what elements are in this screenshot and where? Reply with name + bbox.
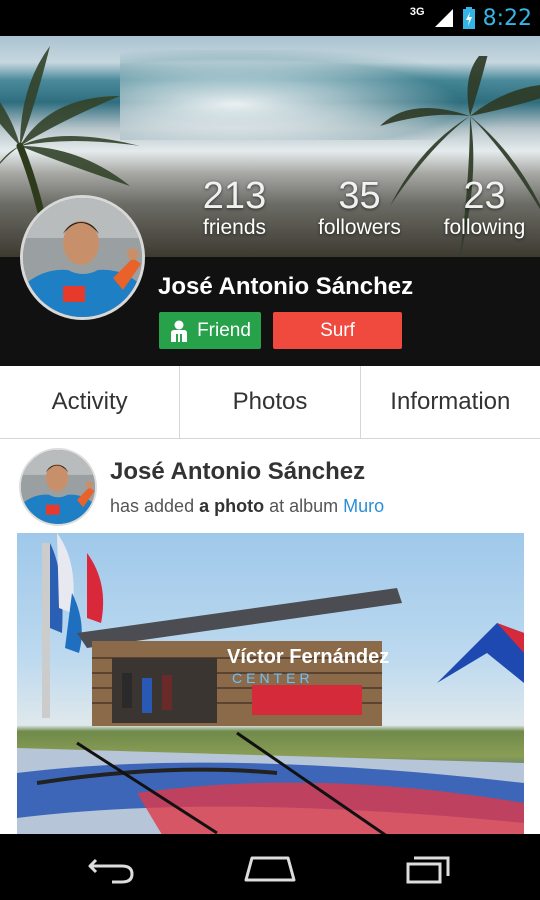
stat-label: followers (318, 216, 401, 239)
profile-stats: 213 friends 35 followers 23 following (172, 176, 540, 241)
home-icon[interactable] (240, 848, 300, 888)
stat-friends[interactable]: 213 friends (172, 176, 297, 241)
stat-label: friends (202, 216, 267, 239)
battery-icon (462, 7, 475, 29)
stat-following[interactable]: 23 following (422, 176, 540, 241)
photo-scene: Víctor Fernández CENTER (17, 533, 524, 834)
profile-tabs: Activity Photos Information (0, 366, 540, 439)
stat-label: following (443, 216, 526, 239)
person-icon (171, 320, 188, 342)
album-link[interactable]: Muro (343, 496, 384, 516)
tab-activity[interactable]: Activity (0, 366, 181, 438)
stat-count: 213 (202, 175, 267, 217)
recent-apps-icon[interactable] (398, 848, 458, 888)
tab-photos[interactable]: Photos (180, 366, 361, 438)
post-photo[interactable]: Víctor Fernández CENTER (17, 533, 524, 834)
avatar-photo (21, 450, 95, 524)
surf-button-label: Surf (320, 319, 355, 341)
clock: 8:22 (482, 5, 532, 31)
system-nav-bar (0, 834, 540, 900)
post-action-object: a photo (199, 496, 265, 516)
photo-sign-sub: CENTER (232, 670, 314, 686)
post-author-avatar[interactable] (19, 448, 97, 526)
friend-button[interactable]: Friend (159, 312, 261, 349)
activity-feed: José Antonio Sánchez has added a photo a… (0, 439, 540, 834)
stat-count: 35 (338, 175, 381, 217)
photo-sign: Víctor Fernández (227, 646, 389, 668)
avatar-photo (23, 198, 142, 317)
tab-information[interactable]: Information (361, 366, 540, 438)
signal-icon (434, 9, 453, 27)
network-type: 3G (409, 6, 425, 18)
stat-followers[interactable]: 35 followers (297, 176, 422, 241)
back-icon[interactable] (82, 848, 142, 888)
post-action-mid: at album (269, 496, 339, 516)
post-action: has added a photo at album Muro (110, 496, 384, 517)
profile-avatar[interactable] (20, 195, 145, 320)
stat-count: 23 (463, 175, 506, 217)
status-bar: 3G 8:22 (0, 0, 540, 36)
post-author-name[interactable]: José Antonio Sánchez (110, 458, 365, 486)
profile-name: José Antonio Sánchez (158, 273, 414, 300)
friend-button-label: Friend (197, 319, 251, 341)
surf-button[interactable]: Surf (273, 312, 402, 349)
post-action-prefix: has added (110, 496, 195, 516)
